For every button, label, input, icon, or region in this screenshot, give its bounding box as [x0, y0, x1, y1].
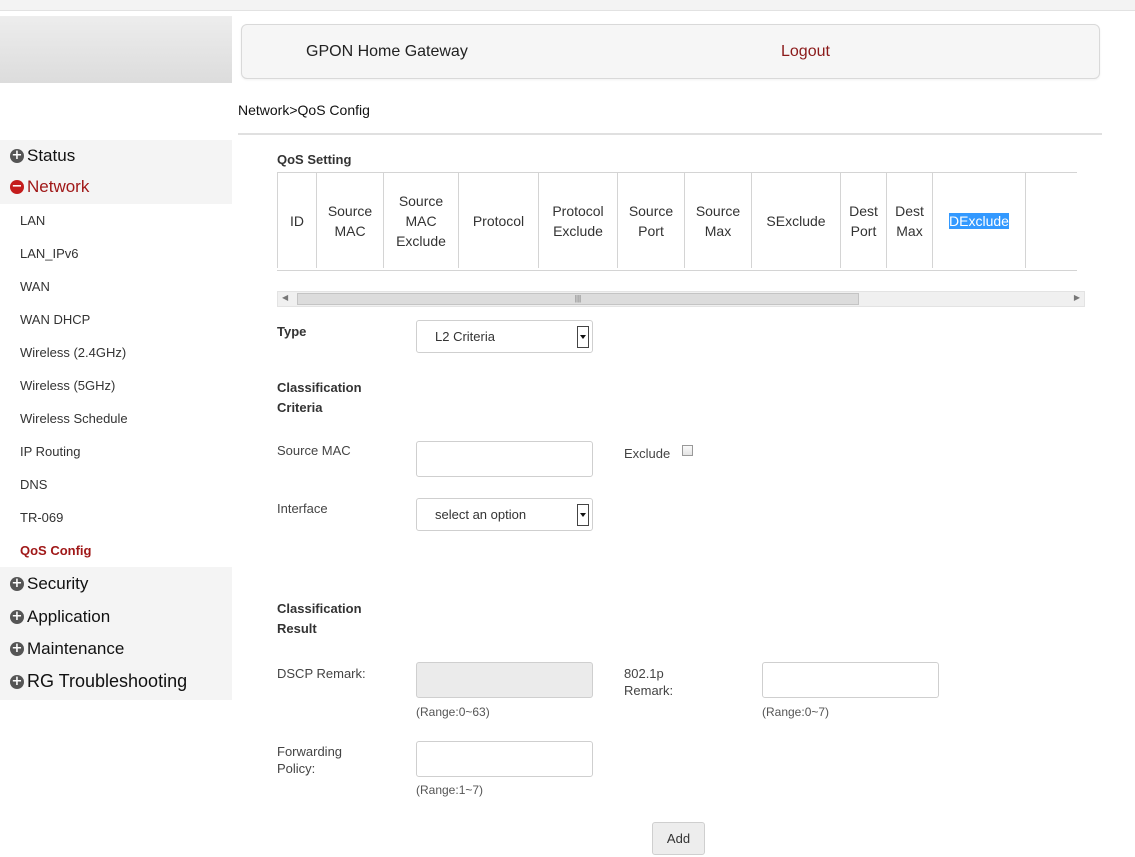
- nav-status-label: Status: [27, 146, 76, 165]
- sidebar-item-ip-routing[interactable]: IP Routing: [0, 435, 232, 468]
- breadcrumb: Network>QoS Config: [238, 102, 370, 118]
- collapse-icon: −: [10, 179, 24, 194]
- sidebar-item-wireless-schedule[interactable]: Wireless Schedule: [0, 402, 232, 435]
- qos-rules-table: ID Source MAC Source MAC Exclude Protocol P…: [277, 173, 1026, 268]
- exclude-checkbox[interactable]: [682, 445, 693, 456]
- dscp-remark-label: DSCP Remark:: [277, 666, 366, 681]
- dscp-range-hint: (Range:0~63): [416, 705, 490, 719]
- sidebar-item-wan-dhcp[interactable]: WAN DHCP: [0, 303, 232, 336]
- app-title: GPON Home Gateway: [306, 43, 468, 60]
- nav-rg-troubleshooting[interactable]: + RG Troubleshooting: [10, 671, 187, 692]
- header-bar: GPON Home Gateway Logout: [241, 24, 1100, 79]
- nav-network-label: Network: [27, 177, 90, 196]
- nav-status[interactable]: + Status: [10, 146, 75, 166]
- forwarding-policy-label: Forwarding Policy:: [277, 744, 343, 776]
- classification-result-title: Classification Result: [277, 601, 362, 636]
- source-mac-label: Source MAC: [277, 443, 351, 458]
- nav-maintenance[interactable]: + Maintenance: [10, 639, 124, 659]
- col-protocol-exclude: Protocol Exclude: [538, 173, 618, 268]
- expand-icon: +: [10, 576, 24, 591]
- p8021-remark-label: 802.1p Remark:: [624, 666, 674, 698]
- p8021-remark-input[interactable]: [762, 662, 939, 698]
- sidebar-item-wireless-5[interactable]: Wireless (5GHz): [0, 369, 232, 402]
- logo-area: [0, 16, 232, 83]
- nav-rg-troubleshooting-label: RG Troubleshooting: [27, 671, 188, 691]
- expand-icon: +: [10, 641, 24, 656]
- interface-select[interactable]: select an option: [416, 498, 593, 531]
- interface-label: Interface: [277, 501, 328, 516]
- type-select-value: L2 Criteria: [435, 329, 495, 344]
- type-label: Type: [277, 324, 307, 339]
- sidebar-item-qos-config[interactable]: QoS Config: [0, 534, 232, 567]
- nav-application-label: Application: [27, 607, 111, 626]
- horizontal-scrollbar[interactable]: ◀ ||| ▶: [277, 291, 1085, 307]
- expand-icon: +: [10, 609, 24, 624]
- col-protocol: Protocol: [458, 173, 539, 268]
- scroll-left-icon[interactable]: ◀: [282, 293, 288, 302]
- sidebar-item-lan[interactable]: LAN: [0, 204, 232, 237]
- sidebar-item-tr069[interactable]: TR-069: [0, 501, 232, 534]
- top-bar: [0, 0, 1135, 11]
- sidebar-item-lan-ipv6[interactable]: LAN_IPv6: [0, 237, 232, 270]
- p8021-range-hint: (Range:0~7): [762, 705, 830, 719]
- sidebar-item-wireless-24[interactable]: Wireless (2.4GHz): [0, 336, 232, 369]
- qos-table-wrapper: ID Source MAC Source MAC Exclude Protocol P…: [277, 172, 1077, 271]
- col-id: ID: [277, 173, 317, 268]
- logout-link[interactable]: Logout: [781, 43, 830, 61]
- source-mac-input[interactable]: [416, 441, 593, 477]
- dscp-remark-input: [416, 662, 593, 698]
- add-button[interactable]: Add: [652, 822, 705, 855]
- classification-criteria-title: Classification Criteria: [277, 380, 362, 415]
- sidebar: + Status − Network LAN LAN_IPv6 WAN WAN …: [0, 140, 232, 700]
- nav-network[interactable]: − Network: [10, 177, 89, 197]
- expand-icon: +: [10, 148, 24, 163]
- forwarding-policy-input[interactable]: [416, 741, 593, 777]
- col-source-mac: Source MAC: [316, 173, 384, 268]
- col-source-mac-exclude: Source MAC Exclude: [383, 173, 459, 268]
- qos-setting-title: QoS Setting: [277, 152, 352, 167]
- sidebar-item-dns[interactable]: DNS: [0, 468, 232, 501]
- type-select[interactable]: L2 Criteria: [416, 320, 593, 353]
- dropdown-arrow-icon: [577, 504, 589, 526]
- expand-icon: +: [10, 673, 24, 689]
- interface-select-value: select an option: [435, 507, 527, 522]
- forwarding-range-hint: (Range:1~7): [416, 783, 484, 797]
- col-dest-port: Dest Port: [840, 173, 887, 268]
- sidebar-item-wan[interactable]: WAN: [0, 270, 232, 303]
- nav-security[interactable]: + Security: [10, 574, 88, 594]
- nav-security-label: Security: [27, 574, 89, 593]
- exclude-label: Exclude: [624, 446, 671, 461]
- nav-application[interactable]: + Application: [10, 607, 110, 627]
- col-source-port: Source Port: [617, 173, 685, 268]
- col-dexclude: DExclude: [932, 173, 1026, 268]
- col-source-max: Source Max: [684, 173, 752, 268]
- nav-maintenance-label: Maintenance: [27, 639, 125, 658]
- scroll-right-icon[interactable]: ▶: [1074, 293, 1080, 302]
- scrollbar-thumb[interactable]: |||: [297, 293, 859, 305]
- col-sexclude: SExclude: [751, 173, 841, 268]
- dropdown-arrow-icon: [577, 326, 589, 348]
- table-header-row: ID Source MAC Source MAC Exclude Protocol P…: [277, 173, 1026, 268]
- col-dest-max: Dest Max: [886, 173, 933, 268]
- breadcrumb-divider: [238, 133, 1102, 135]
